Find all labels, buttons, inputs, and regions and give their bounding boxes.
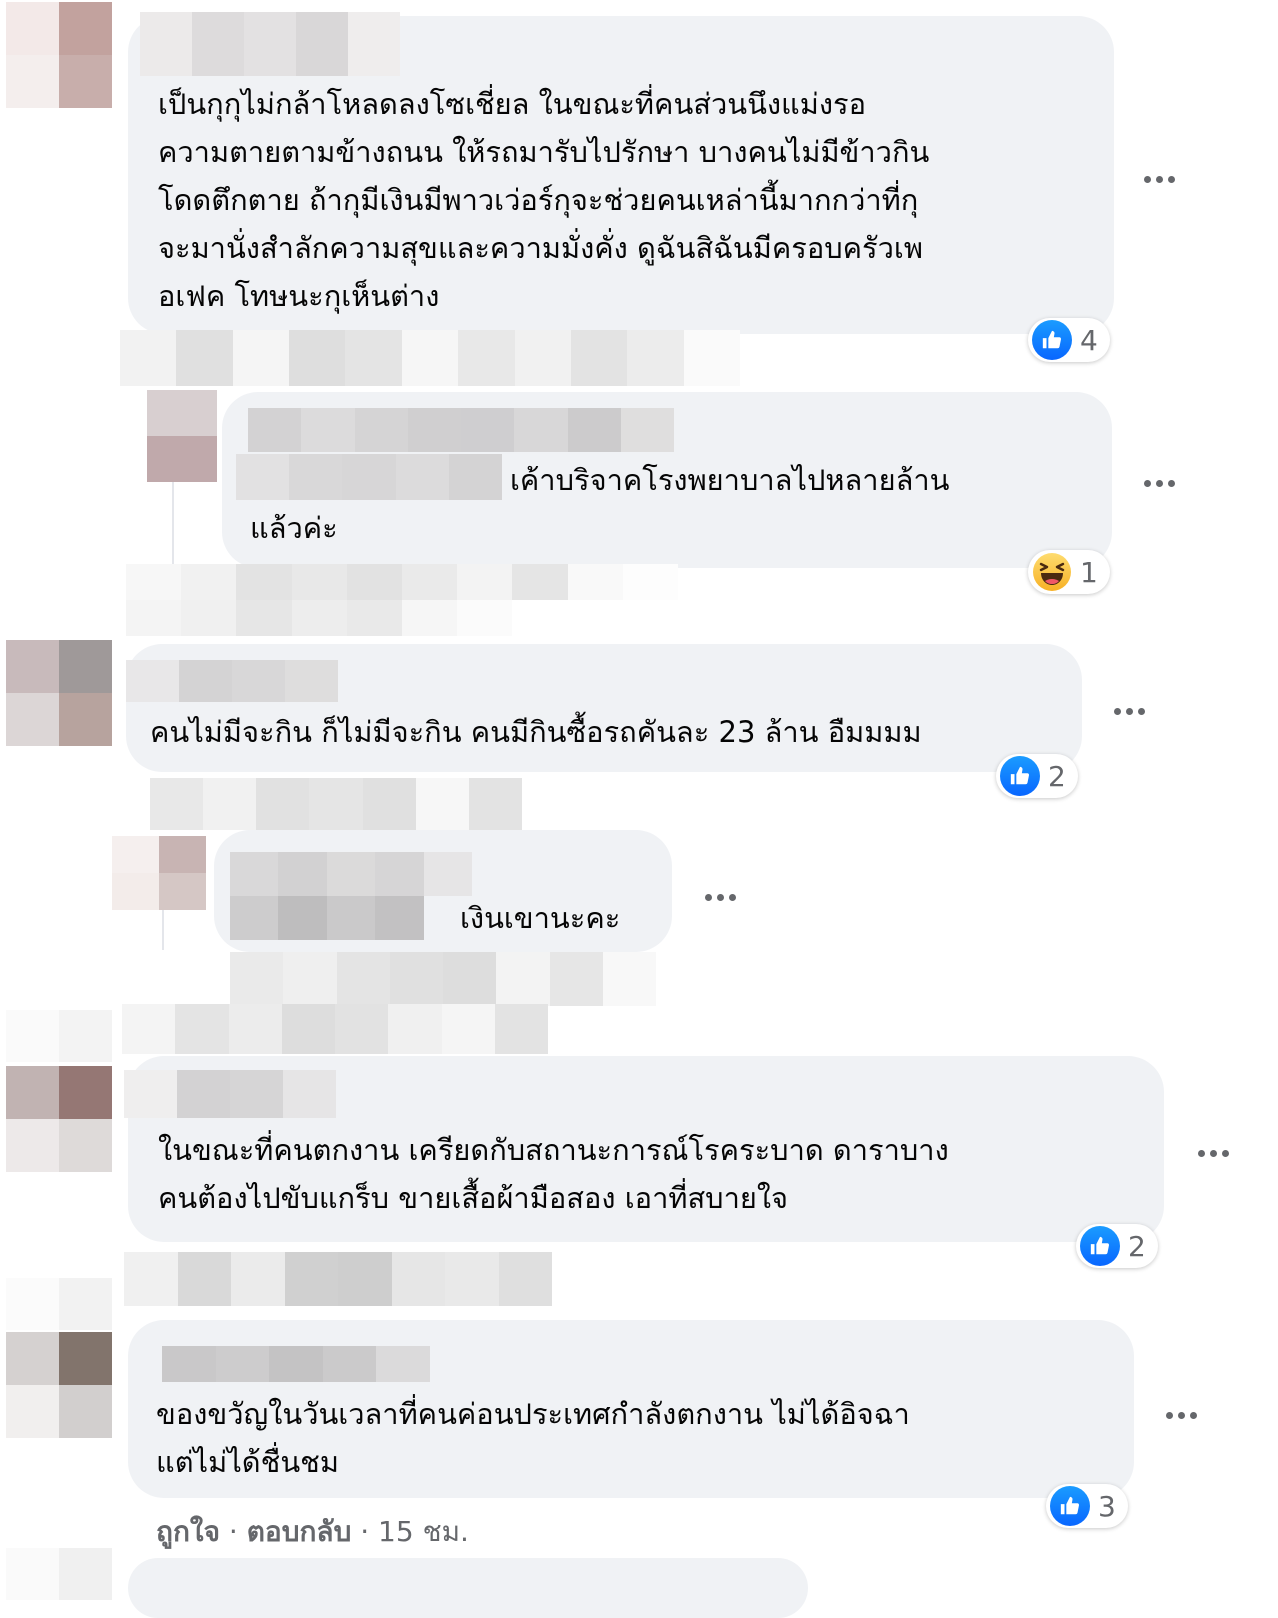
- next-comment-bubble: [128, 1558, 808, 1618]
- commenter-name-blurred[interactable]: [124, 1070, 336, 1118]
- reaction-badge[interactable]: 1: [1028, 550, 1110, 594]
- commenter-name-blurred[interactable]: [140, 12, 400, 76]
- reply-text: เงินเขานะคะ: [460, 901, 621, 935]
- comment-timestamp[interactable]: · 15 ชม.: [351, 1515, 469, 1548]
- comment-text: คนไม่มีจะกิน ก็ไม่มีจะกิน คนมีกินซื้อรถค…: [150, 715, 922, 749]
- like-reaction-icon: [1080, 1226, 1120, 1266]
- reply-text: เค้าบริจาคโรงพยาบาลไปหลายล้าน: [510, 463, 950, 497]
- more-options-button[interactable]: [1139, 172, 1179, 186]
- reaction-count: 3: [1098, 1489, 1116, 1523]
- haha-reaction-icon: [1032, 552, 1072, 592]
- decorative-blur: [6, 1278, 112, 1330]
- reaction-badge[interactable]: 3: [1046, 1484, 1128, 1528]
- reply-actions-blurred[interactable]: [126, 564, 678, 636]
- like-reaction-icon: [1032, 320, 1072, 360]
- decorative-blur: [6, 1010, 112, 1062]
- more-options-button[interactable]: [1193, 1146, 1233, 1160]
- commenter-name-blurred[interactable]: [162, 1346, 430, 1382]
- mention-tag-blurred[interactable]: [236, 454, 502, 500]
- like-reaction-icon: [1050, 1486, 1090, 1526]
- more-options-button[interactable]: [700, 890, 740, 904]
- more-options-button[interactable]: [1139, 476, 1179, 490]
- comment-actions: ถูกใจ · ตอบกลับ · 15 ชม.: [156, 1510, 469, 1554]
- reaction-badge[interactable]: 2: [1076, 1224, 1158, 1268]
- reaction-badge[interactable]: 4: [1028, 318, 1110, 362]
- reaction-count: 2: [1048, 759, 1066, 793]
- reaction-count: 1: [1080, 555, 1098, 589]
- comment-actions-blurred[interactable]: [124, 1252, 552, 1306]
- comment-text: ของขวัญในวันเวลาที่คนค่อนประเทศกำลังตกงา…: [156, 1397, 910, 1479]
- reply-text-continued: แล้วค่ะ: [250, 511, 338, 545]
- reply-actions-blurred[interactable]: [230, 952, 656, 1006]
- avatar[interactable]: [6, 640, 112, 746]
- reply-name-blurred[interactable]: [248, 408, 674, 452]
- more-options-button[interactable]: [1109, 704, 1149, 718]
- separator-dot: ·: [219, 1515, 247, 1548]
- reaction-badge[interactable]: 2: [996, 754, 1078, 798]
- reaction-count: 2: [1128, 1229, 1146, 1263]
- reply-name-blurred[interactable]: [230, 852, 472, 940]
- reply-action-button[interactable]: ตอบกลับ: [247, 1515, 352, 1548]
- view-replies-blurred[interactable]: [122, 1004, 548, 1054]
- reply-avatar[interactable]: [147, 390, 217, 482]
- reply-avatar[interactable]: [112, 836, 206, 910]
- more-options-button[interactable]: [1161, 1408, 1201, 1422]
- thread-line: [172, 470, 174, 566]
- comment-text: ในขณะที่คนตกงาน เครียดกับสถานะการณ์โรคระ…: [158, 1133, 949, 1215]
- comment-text: เป็นกุกุไม่กล้าโหลดลงโซเชี่ยล ในขณะที่คน…: [158, 87, 930, 313]
- reaction-count: 4: [1080, 323, 1098, 357]
- avatar[interactable]: [6, 2, 112, 108]
- avatar[interactable]: [6, 1066, 112, 1172]
- like-action-button[interactable]: ถูกใจ: [156, 1515, 220, 1548]
- decorative-blur: [6, 1548, 112, 1600]
- comment-actions-blurred[interactable]: [150, 778, 522, 830]
- like-reaction-icon: [1000, 756, 1040, 796]
- avatar[interactable]: [6, 1332, 112, 1438]
- comment-actions-blurred[interactable]: [120, 330, 740, 386]
- commenter-name-blurred[interactable]: [126, 660, 338, 702]
- thread-line: [162, 910, 164, 950]
